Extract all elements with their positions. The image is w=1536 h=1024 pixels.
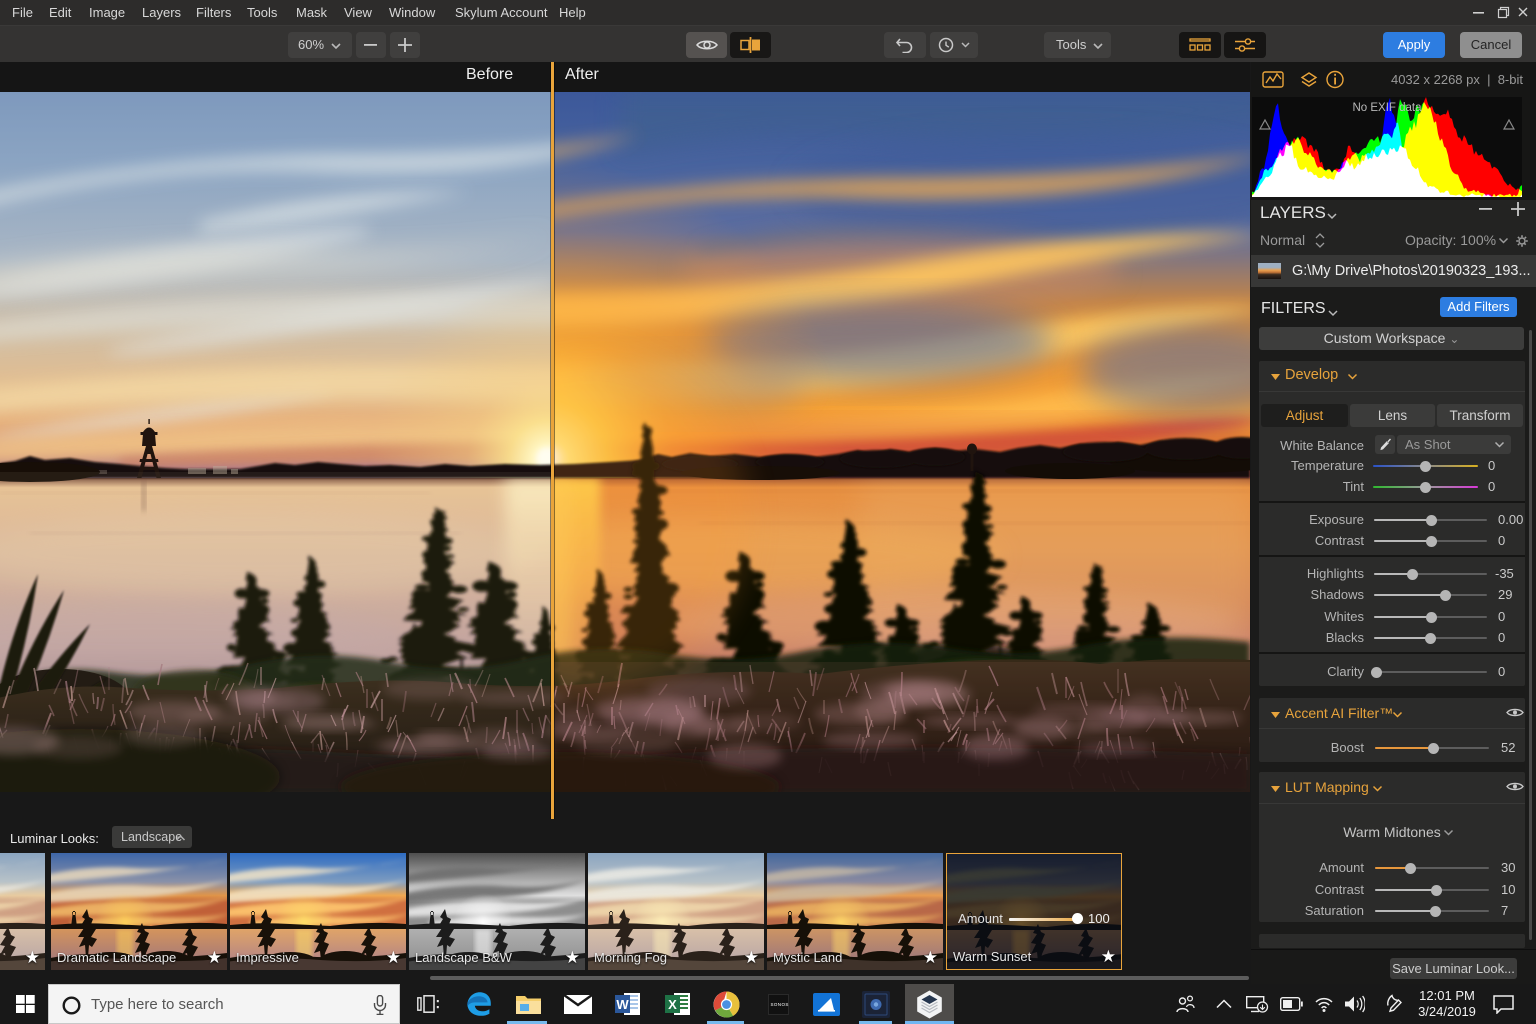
svg-text:X: X bbox=[668, 997, 677, 1012]
svg-text:W: W bbox=[616, 997, 629, 1012]
